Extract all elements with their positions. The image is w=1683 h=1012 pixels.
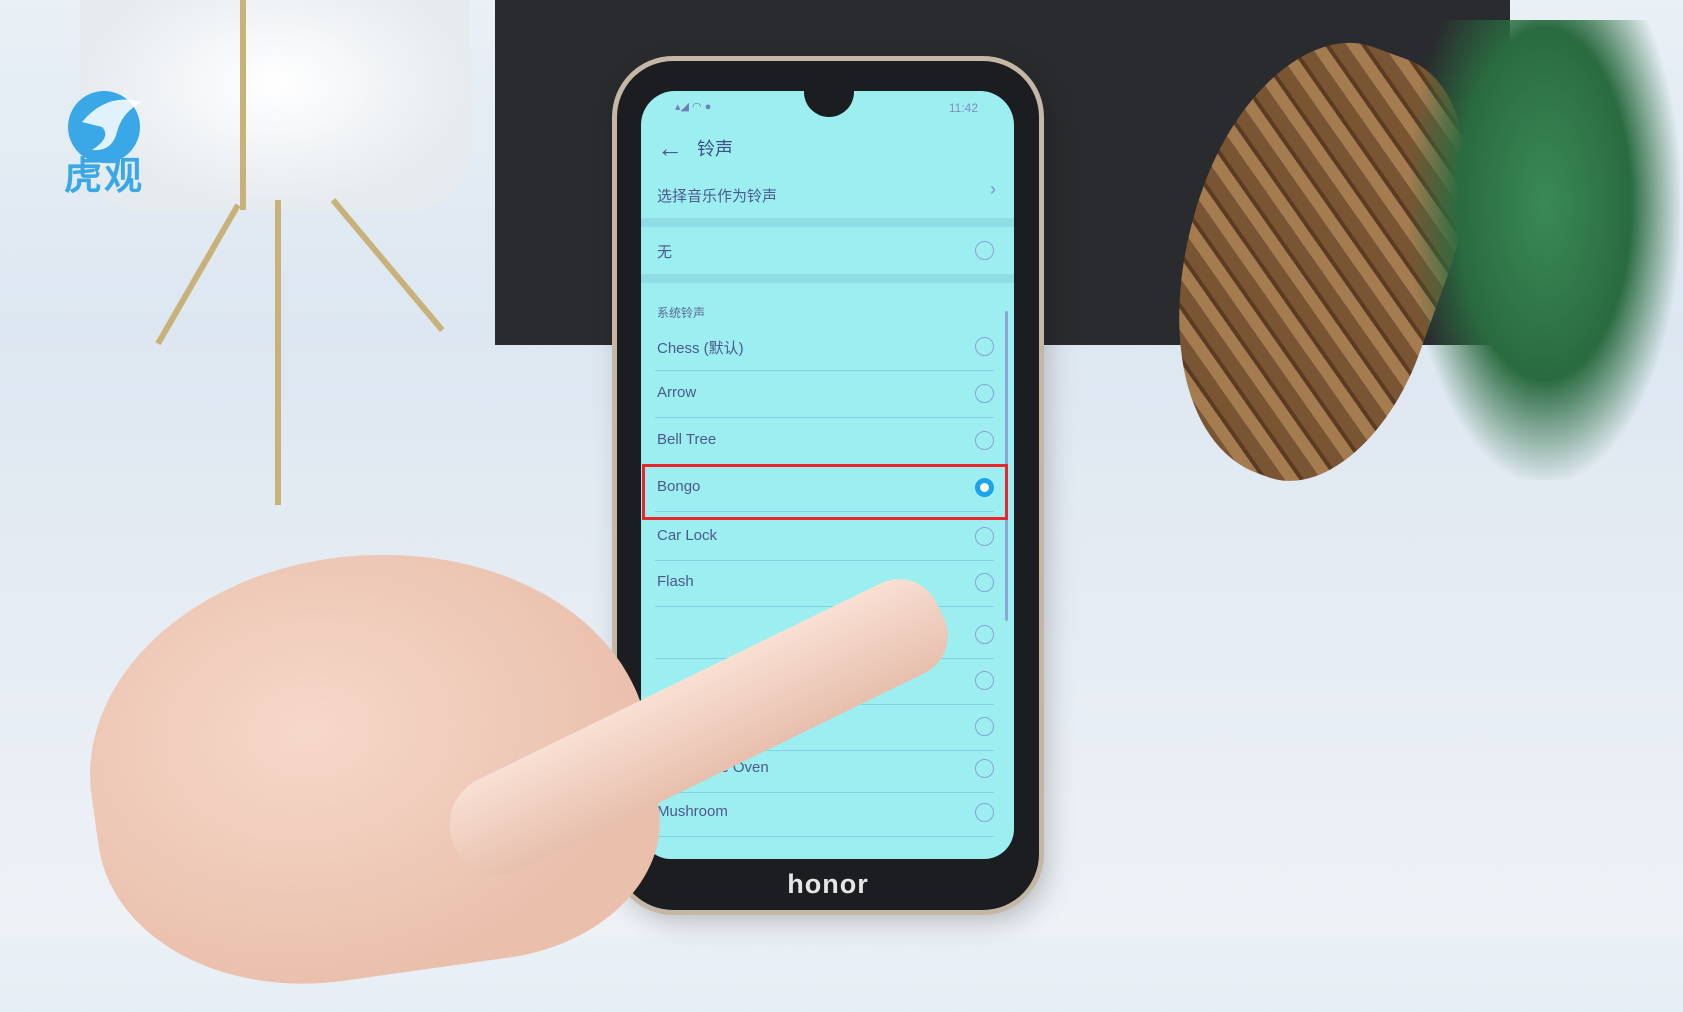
arrow-left-icon[interactable]: ←: [657, 133, 683, 164]
camera-notch: [804, 91, 854, 117]
lamp-leg: [275, 200, 281, 505]
radio-button[interactable]: [975, 527, 994, 546]
page-title: 铃声: [697, 139, 733, 159]
lamp-stem: [240, 0, 246, 210]
section-title: 系统铃声: [657, 306, 706, 320]
ringtone-label: Mushroom: [657, 803, 728, 820]
status-time: 11:42: [948, 101, 978, 115]
radio-button[interactable]: [975, 431, 994, 450]
ringtone-row[interactable]: Bell Tree: [655, 417, 994, 465]
ringtone-row[interactable]: Mushroom: [655, 789, 994, 837]
lamp-leg: [330, 198, 445, 333]
radio-button[interactable]: [975, 671, 994, 690]
radio-button[interactable]: [975, 241, 994, 260]
choose-music-label: 选择音乐作为铃声: [657, 188, 778, 205]
watermark-logo-text: 虎观: [64, 156, 145, 198]
ringtone-label: 无: [657, 244, 673, 261]
radio-button[interactable]: [975, 803, 994, 822]
radio-button[interactable]: [975, 573, 994, 592]
radio-button[interactable]: [975, 625, 994, 644]
ringtone-label: Bell Tree: [657, 431, 717, 448]
status-icons: ▴◢ ◠ ●: [675, 101, 712, 113]
ringtone-row[interactable]: Arrow: [655, 370, 994, 418]
ringtone-row[interactable]: Flash: [655, 559, 994, 607]
phone-brand: honor: [787, 869, 869, 899]
highlight-box: [642, 464, 1008, 520]
chevron-right-icon: ›: [990, 179, 996, 199]
ringtone-label: Chess (默认): [657, 340, 744, 357]
ringtone-row[interactable]: Car Lock: [655, 513, 994, 561]
ringtone-row[interactable]: Chess (默认): [655, 323, 994, 371]
radio-button[interactable]: [975, 759, 994, 778]
lamp-leg: [155, 203, 241, 346]
radio-button[interactable]: [975, 717, 994, 736]
pine-branch: [1410, 20, 1680, 480]
divider: [641, 218, 1014, 227]
ringtone-label: Arrow: [657, 384, 697, 401]
divider: [641, 274, 1014, 283]
ringtone-label: Flash: [657, 573, 694, 590]
radio-button[interactable]: [975, 384, 994, 403]
radio-button[interactable]: [975, 337, 994, 356]
ringtone-none[interactable]: 无: [655, 227, 994, 274]
choose-music-row[interactable]: 选择音乐作为铃声: [655, 171, 994, 218]
ringtone-label: Car Lock: [657, 527, 718, 544]
